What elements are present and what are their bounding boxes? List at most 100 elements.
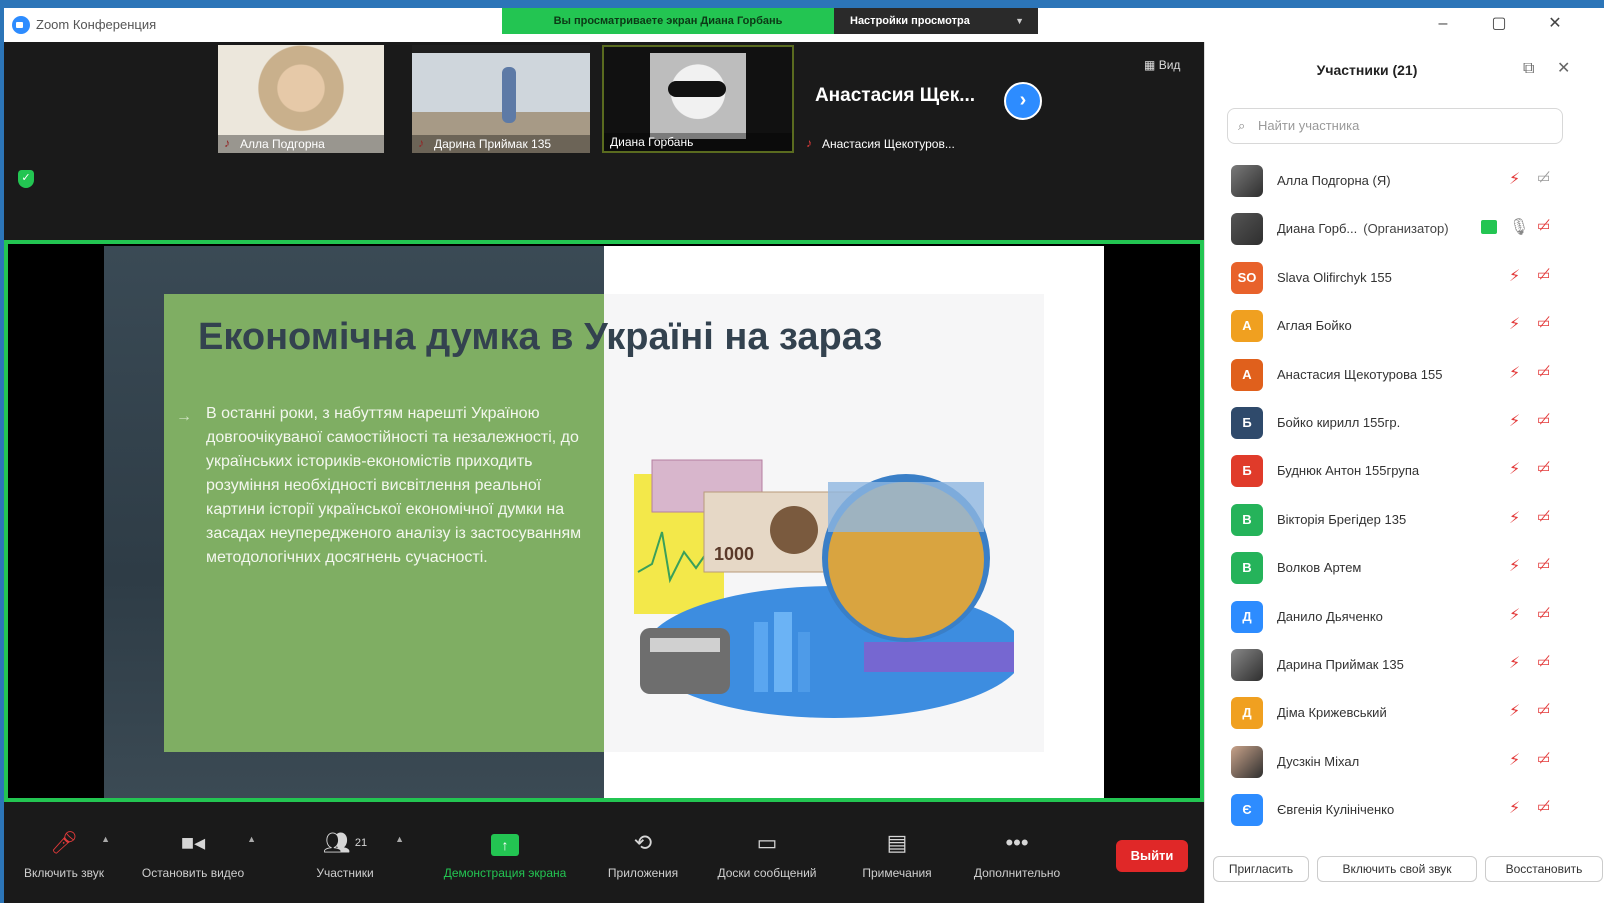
participants-list: Алла Подгорна (Я) ⚡︎ ▭̸ Диана Горб... (Орган… [1205,157,1604,834]
mic-muted-icon: ⚡︎ [1509,364,1521,382]
slide-body-text: В останні роки, з набуттям нарешті Украї… [206,405,582,566]
maximize-icon[interactable]: ▢ [1486,12,1512,36]
avatar: Д [1231,697,1263,730]
video-tile[interactable]: ♪ Алла Подгорна [218,45,384,153]
sharing-screen-icon [1481,220,1497,235]
more-icon: ••• [1005,830,1029,855]
toolbar-label: Включить звук [23,866,105,880]
avatar: А [1231,358,1263,391]
video-tile[interactable]: Анастасия Щек... ♪ Анастасия Щекотуров..… [800,45,990,153]
unmute-button[interactable]: 🎤︎ ▲ Включить звук [14,830,114,880]
chevron-up-icon[interactable]: ▲ [101,834,110,844]
participants-icon: 👥︎ 21 [322,830,368,855]
security-shield-icon[interactable]: ✓ [18,170,34,188]
participant-row[interactable]: А Анастасия Щекотурова 155 ⚡︎ ▭̸ [1205,351,1604,399]
calculator-graphic [640,628,730,694]
participant-row[interactable]: В Волков Артем ⚡︎ ▭̸ [1205,544,1604,592]
participant-row[interactable]: Д Данило Дьяченко ⚡︎ ▭̸ [1205,593,1604,641]
participant-name-text: Діма Крижевський [1277,705,1387,721]
participant-name: Дусзкін Міхал [1277,754,1359,769]
search-icon: ⌕ [1238,118,1246,133]
participant-name: Диана Горб... (Организатор) [1277,221,1449,236]
restore-button[interactable]: Восстановить [1485,856,1603,882]
building-graphic [798,632,810,692]
notes-icon: ▤ [886,830,908,855]
mic-muted-icon: ⚡︎ [1509,558,1521,576]
whiteboard-button[interactable]: ▭ Доски сообщений [704,830,830,880]
participant-row[interactable]: Дусзкін Міхал ⚡︎ ▭̸ [1205,738,1604,786]
video-off-icon: ▭̸ [1537,265,1551,282]
participant-row[interactable]: Б Бойко кирилл 155гр. ⚡︎ ▭̸ [1205,399,1604,447]
chevron-up-icon[interactable]: ▲ [247,834,256,844]
video-off-icon: ▭̸ [1537,604,1551,621]
share-screen-button[interactable]: ↑ Демонстрация экрана [430,830,580,880]
participant-name: Бойко кирилл 155гр. [1277,415,1400,430]
participant-row[interactable]: Б Буднюк Антон 155група ⚡︎ ▭̸ [1205,447,1604,495]
video-tile-name: Алла Подгорна [218,135,384,153]
video-tile[interactable]: ♪ Дарина Приймак 135 [412,45,590,153]
toolbar-label: Остановить видео [141,866,245,880]
video-off-icon: ▭̸ [1537,410,1551,427]
participant-row[interactable]: Є Євгенія Кулініченко ⚡︎ ▭̸ [1205,786,1604,834]
participant-search-input[interactable]: ⌕ Найти участника [1227,108,1563,144]
participant-name: Данило Дьяченко [1277,609,1383,624]
participant-name-text: Буднюк Антон 155група [1277,463,1420,479]
mic-muted-icon: ⚡︎ [1509,171,1521,188]
avatar: SO [1231,261,1263,294]
avatar: Б [1231,406,1263,439]
participant-name: Анастасия Щекотурова 155 [1277,367,1442,382]
sunglasses-graphic [668,81,726,97]
unmute-me-button[interactable]: Включить свой звук [1317,856,1477,882]
participant-name-text: Євгенія Кулініченко [1277,802,1395,818]
leave-button[interactable]: Выйти [1116,840,1188,872]
zoom-window: Zoom Конференция Вы просматриваете экран… [4,8,1604,903]
search-placeholder: Найти участника [1258,118,1360,133]
participant-row[interactable]: В Вікторія Брегідер 135 ⚡︎ ▭̸ [1205,496,1604,544]
invite-button[interactable]: Пригласить [1213,856,1309,882]
stop-video-button[interactable]: ■◂ ▲ Остановить видео [130,830,256,880]
participant-name: Діма Крижевський [1277,705,1387,720]
more-button[interactable]: ••• Дополнительно [962,830,1072,880]
mic-muted-icon: ⚡︎ [1509,461,1521,479]
participant-name-text: Алла Подгорна (Я) [1277,173,1391,188]
participant-row[interactable]: Д Діма Крижевський ⚡︎ ▭̸ [1205,689,1604,737]
notes-button[interactable]: ▤ Примечания [852,830,942,880]
participant-row[interactable]: Алла Подгорна (Я) ⚡︎ ▭̸ [1205,157,1604,205]
video-off-icon: ▭̸ [1537,217,1551,234]
participant-row[interactable]: А Аглая Бойко ⚡︎ ▭̸ [1205,302,1604,350]
participant-row[interactable]: SO Slava Olifirchyk 155 ⚡︎ ▭̸ [1205,254,1604,302]
participant-name-text: Волков Артем [1277,560,1362,576]
slide-title: Економічна думка в Україні на зараз [198,316,883,358]
video-tile-name: Диана Горбань [604,133,792,151]
toolbar-label: Доски сообщений [717,866,817,880]
toolbar-label: Демонстрация экрана [443,866,567,880]
chevron-down-icon: ▼ [1015,16,1024,26]
participant-name: Євгенія Кулініченко [1277,802,1394,817]
participant-name: Slava Olifirchyk 155 [1277,270,1392,285]
video-tile-active-speaker[interactable]: Диана Горбань [602,45,794,153]
panel-footer: Пригласить Включить свой звук Восстанови… [1205,848,1604,888]
apps-button[interactable]: ⟲ Приложения [598,830,688,880]
participants-button[interactable]: 👥︎ 21 ▲ Участники [300,830,404,880]
video-off-icon: ▭̸ [1537,749,1551,766]
avatar: В [1231,552,1263,585]
next-page-arrow-icon[interactable]: › [1004,82,1042,120]
view-toggle[interactable]: ▦ Вид [1144,58,1180,72]
minimize-icon[interactable]: – [1430,12,1456,36]
participant-row[interactable]: Диана Горб... (Организатор) 🎙︎ ▭̸ [1205,205,1604,253]
video-camera-icon: ■◂ [180,830,206,855]
avatar: Є [1231,794,1263,827]
participant-name: Алла Подгорна (Я) [1277,173,1391,188]
mic-muted-icon: ⚡︎ [1509,703,1521,721]
video-off-icon: ▭̸ [1537,507,1551,524]
participant-name: Вікторія Брегідер 135 [1277,512,1406,527]
share-screen-icon: ↑ [430,830,580,856]
video-off-icon: ▭̸ [1537,556,1551,573]
view-options-button[interactable]: Настройки просмотра ▼ [834,8,1038,34]
building-graphic [774,612,792,692]
chevron-up-icon[interactable]: ▲ [395,834,404,844]
popout-icon[interactable]: ⧉ [1523,60,1534,78]
participant-row[interactable]: Дарина Приймак 135 ⚡︎ ▭̸ [1205,641,1604,689]
close-panel-icon[interactable]: ✕ [1557,58,1570,78]
close-icon[interactable]: ✕ [1542,12,1568,36]
